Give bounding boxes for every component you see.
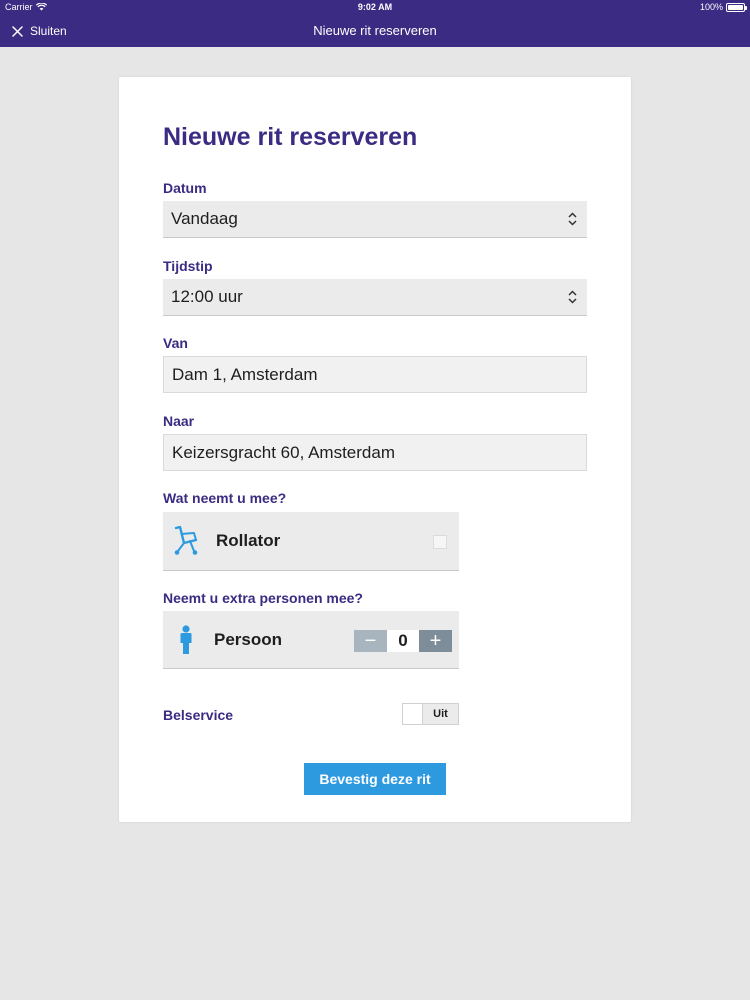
person-option: Persoon − 0 + xyxy=(163,611,459,669)
status-bar: Carrier 9:02 AM 100% xyxy=(0,0,750,15)
to-value: Keizersgracht 60, Amsterdam xyxy=(172,442,395,462)
confirm-ride-button[interactable]: Bevestig deze rit xyxy=(304,763,446,795)
time-label: Tijdstip xyxy=(163,258,213,274)
close-button[interactable]: Sluiten xyxy=(12,15,67,47)
person-stepper: − 0 + xyxy=(354,630,452,652)
rollator-icon xyxy=(174,526,198,555)
increment-button[interactable]: + xyxy=(419,630,452,652)
from-label: Van xyxy=(163,335,188,351)
person-count: 0 xyxy=(387,630,419,652)
date-select[interactable]: Vandaag xyxy=(163,201,587,238)
toggle-state-label: Uit xyxy=(433,708,448,720)
battery-level xyxy=(728,4,743,10)
date-value: Vandaag xyxy=(171,209,238,228)
time-select[interactable]: 12:00 uur xyxy=(163,279,587,316)
person-icon xyxy=(180,624,192,654)
from-value: Dam 1, Amsterdam xyxy=(172,364,318,384)
to-label: Naar xyxy=(163,413,195,429)
persons-label: Neemt u extra personen mee? xyxy=(163,590,363,606)
time-value: 12:00 uur xyxy=(171,287,243,306)
booking-form-card: Nieuwe rit reserveren Datum Vandaag Tijd… xyxy=(119,77,631,822)
battery-group: 100% xyxy=(699,2,747,12)
rollator-checkbox[interactable] xyxy=(433,535,447,549)
select-chevron-icon xyxy=(568,212,577,226)
to-input[interactable]: Keizersgracht 60, Amsterdam xyxy=(163,434,587,471)
close-label: Sluiten xyxy=(30,24,67,38)
items-label: Wat neemt u mee? xyxy=(163,490,287,506)
rollator-label: Rollator xyxy=(216,531,281,550)
decrement-button[interactable]: − xyxy=(354,630,387,652)
nav-title: Nieuwe rit reserveren xyxy=(313,23,437,38)
battery-icon xyxy=(726,2,747,12)
rollator-option[interactable]: Rollator xyxy=(163,512,459,571)
nav-bar: Sluiten Nieuwe rit reserveren xyxy=(0,15,750,47)
page-title: Nieuwe rit reserveren xyxy=(163,123,418,151)
toggle-knob xyxy=(403,704,423,724)
battery-label: 100% xyxy=(699,2,723,12)
date-label: Datum xyxy=(163,180,207,196)
clock: 9:02 AM xyxy=(357,2,393,12)
call-service-label: Belservice xyxy=(163,707,234,723)
from-input[interactable]: Dam 1, Amsterdam xyxy=(163,356,587,393)
person-label: Persoon xyxy=(214,629,283,649)
call-service-toggle[interactable]: Uit xyxy=(402,703,459,725)
select-chevron-icon xyxy=(568,290,577,304)
close-icon xyxy=(12,25,23,37)
